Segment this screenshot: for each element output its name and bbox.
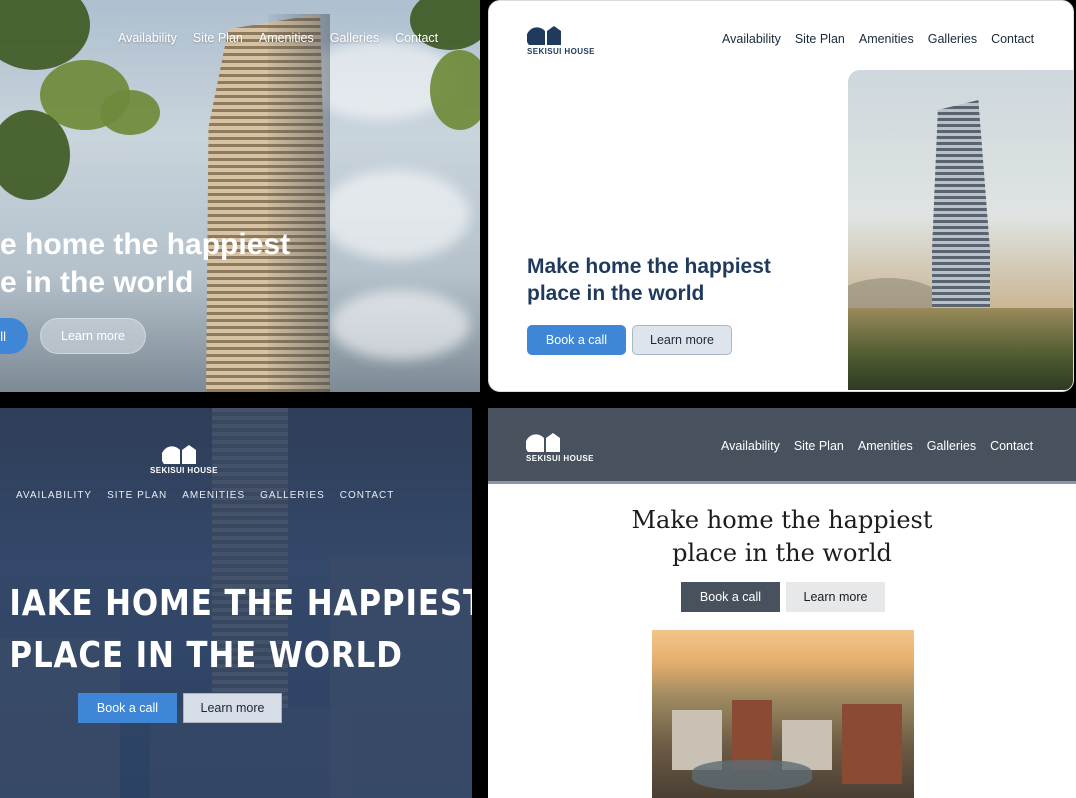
nav-availability[interactable]: Availability [118,31,177,45]
tower-shade [268,14,330,392]
landscaped-base [848,308,1073,390]
house-logo-icon [527,26,561,45]
cloud [330,290,470,360]
hero-headline: IAKE HOME THE HAPPIEST PLACE IN THE WORL… [9,578,472,682]
nav-galleries[interactable]: Galleries [928,32,977,46]
hero-line-2: place in the world [527,282,705,305]
book-call-button[interactable]: ll [0,318,28,354]
learn-more-button[interactable]: Learn more [183,693,282,723]
tower-photo [848,70,1073,390]
nav-availability[interactable]: AVAILABILITY [16,490,92,501]
hero-headline: Make home the happiest place in the worl… [527,253,771,307]
nav-amenities[interactable]: AMENITIES [182,490,245,501]
aerial-neighborhood-photo [652,630,914,798]
brand-logo[interactable]: SEKISUI HOUSE [150,444,218,475]
main-nav: AVAILABILITY SITE PLAN AMENITIES GALLERI… [16,490,409,501]
nav-contact[interactable]: CONTACT [340,490,395,501]
main-nav: Availability Site Plan Amenities Galleri… [721,439,1047,453]
house-logo-icon [162,445,196,464]
nav-galleries[interactable]: Galleries [927,439,976,453]
hero-headline: Make home the happiest place in the worl… [488,504,1076,570]
main-nav: Availability Site Plan Amenities Galleri… [722,32,1048,46]
hero-line-1: Make home the happiest [527,255,771,278]
nav-amenities[interactable]: Amenities [858,439,913,453]
hero-line-2: place in the world [672,539,892,567]
learn-more-button[interactable]: Learn more [632,325,732,355]
learn-more-button[interactable]: Learn more [40,318,146,354]
nav-availability[interactable]: Availability [721,439,780,453]
brand-name: SEKISUI HOUSE [526,454,594,463]
brand-name: SEKISUI HOUSE [527,47,595,56]
nav-site-plan[interactable]: Site Plan [795,32,845,46]
nav-contact[interactable]: Contact [395,31,438,45]
hero-line-1: e home the happiest [0,228,291,261]
nav-contact[interactable]: Contact [990,439,1033,453]
building [842,704,902,784]
house-logo-icon [526,433,560,452]
book-call-button[interactable]: Book a call [681,582,780,612]
book-call-button[interactable]: Book a call [527,325,626,355]
cloud [320,170,470,260]
hero-line-1: IAKE HOME THE HAPPIEST [9,583,472,624]
tree-foliage [430,50,480,130]
hero-line-2: e in the world [0,266,194,299]
canal [692,760,812,790]
tree-foliage [100,90,160,135]
nav-amenities[interactable]: Amenities [859,32,914,46]
hero-line-1: Make home the happiest [631,506,933,534]
brand-logo[interactable]: SEKISUI HOUSE [526,432,594,463]
nav-amenities[interactable]: Amenities [259,31,314,45]
variant-photo-overlay: Availability Site Plan Amenities Galleri… [0,0,480,392]
hero-line-2: PLACE IN THE WORLD [9,635,403,676]
hero-headline: e home the happiest e in the world [0,226,330,302]
book-call-button[interactable]: Book a call [78,693,177,723]
brand-logo[interactable]: SEKISUI HOUSE [527,25,595,56]
variant-classic-serif: SEKISUI HOUSE Availability Site Plan Ame… [488,408,1076,798]
site-header: SEKISUI HOUSE Availability Site Plan Ame… [488,408,1076,484]
main-nav: Availability Site Plan Amenities Galleri… [118,31,454,45]
nav-galleries[interactable]: Galleries [330,31,379,45]
nav-galleries[interactable]: GALLERIES [260,490,325,501]
nav-site-plan[interactable]: SITE PLAN [107,490,167,501]
variant-dark-overlay: SEKISUI HOUSE AVAILABILITY SITE PLAN AME… [0,408,472,798]
brand-name: SEKISUI HOUSE [150,466,218,475]
nav-site-plan[interactable]: Site Plan [193,31,243,45]
nav-contact[interactable]: Contact [991,32,1034,46]
nav-availability[interactable]: Availability [722,32,781,46]
variant-split-card: SEKISUI HOUSE Availability Site Plan Ame… [488,0,1074,392]
learn-more-button[interactable]: Learn more [786,582,885,612]
nav-site-plan[interactable]: Site Plan [794,439,844,453]
